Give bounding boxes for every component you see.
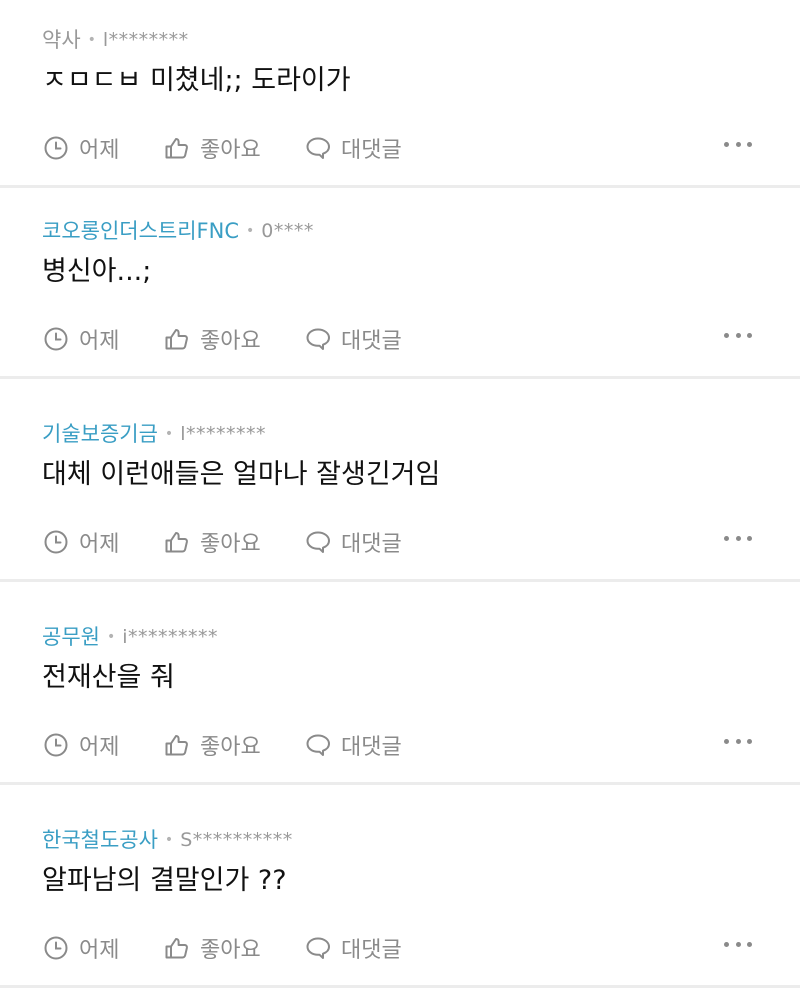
more-options-icon[interactable] <box>724 531 752 545</box>
like-label: 좋아요 <box>200 329 261 354</box>
more-options-icon[interactable] <box>724 937 752 951</box>
comment-item: 코오롱인더스트리FNC • 0**** 병신아...; 어제 좋아요 대댓글 <box>0 191 800 379</box>
speech-bubble-icon <box>306 328 330 350</box>
more-options-icon[interactable] <box>724 734 752 748</box>
separator-dot: • <box>87 32 96 48</box>
like-label: 좋아요 <box>200 532 261 557</box>
timestamp-label: 어제 <box>79 938 120 963</box>
divider <box>0 579 800 582</box>
comment-meta: 기술보증기금 • l******** <box>42 421 266 447</box>
like-button[interactable]: 좋아요 <box>163 525 304 559</box>
timestamp: 어제 <box>42 322 163 356</box>
comment-text: 전재산을 줘 <box>42 662 175 693</box>
company-name[interactable]: 기술보증기금 <box>42 421 158 447</box>
user-id: l******** <box>102 29 189 51</box>
thumbs-up-icon <box>165 138 188 159</box>
timestamp-label: 어제 <box>79 138 120 163</box>
reply-button[interactable]: 대댓글 <box>304 728 402 762</box>
thumbs-up-icon <box>165 735 188 756</box>
company-name[interactable]: 코오롱인더스트리FNC <box>42 218 239 244</box>
like-label: 좋아요 <box>200 938 261 963</box>
reply-label: 대댓글 <box>341 329 402 354</box>
reply-button[interactable]: 대댓글 <box>304 131 402 165</box>
user-id: l******** <box>180 423 266 445</box>
comment-meta: 약사 • l******** <box>42 27 189 53</box>
company-name[interactable]: 한국철도공사 <box>42 827 158 853</box>
comment-text: 알파남의 결말인가 ?? <box>42 865 287 896</box>
timestamp: 어제 <box>42 525 163 559</box>
comment-meta: 코오롱인더스트리FNC • 0**** <box>42 218 314 244</box>
comment-meta: 한국철도공사 • S********** <box>42 827 293 853</box>
speech-bubble-icon <box>306 137 330 159</box>
more-options-icon[interactable] <box>724 328 752 342</box>
reply-label: 대댓글 <box>341 938 402 963</box>
comment-text: 대체 이런애들은 얼마나 잘생긴거임 <box>42 459 441 490</box>
comment-actions: 어제 좋아요 대댓글 <box>42 525 402 559</box>
reply-button[interactable]: 대댓글 <box>304 525 402 559</box>
thumbs-up-icon <box>165 938 188 959</box>
company-name[interactable]: 약사 <box>42 27 81 53</box>
reply-label: 대댓글 <box>341 532 402 557</box>
timestamp-label: 어제 <box>79 735 120 760</box>
comment-item: 한국철도공사 • S********** 알파남의 결말인가 ?? 어제 좋아요… <box>0 800 800 988</box>
like-label: 좋아요 <box>200 735 261 760</box>
separator-dot: • <box>246 223 255 239</box>
timestamp: 어제 <box>42 131 163 165</box>
comment-actions: 어제 좋아요 대댓글 <box>42 931 402 965</box>
reply-label: 대댓글 <box>341 138 402 163</box>
reply-button[interactable]: 대댓글 <box>304 322 402 356</box>
thumbs-up-icon <box>165 329 188 350</box>
thumbs-up-icon <box>165 532 188 553</box>
user-id: 0**** <box>261 220 314 242</box>
comment-item: 약사 • l******** ㅈㅁㄷㅂ 미쳤네;; 도라이가 어제 좋아요 대댓… <box>0 0 800 188</box>
reply-label: 대댓글 <box>341 735 402 760</box>
timestamp-label: 어제 <box>79 532 120 557</box>
separator-dot: • <box>164 426 174 442</box>
timestamp-label: 어제 <box>79 329 120 354</box>
comment-actions: 어제 좋아요 대댓글 <box>42 322 402 356</box>
separator-dot: • <box>106 629 116 645</box>
comment-text: 병신아...; <box>42 256 152 287</box>
user-id: S********** <box>180 829 293 851</box>
divider <box>0 782 800 785</box>
timestamp: 어제 <box>42 931 163 965</box>
more-options-icon[interactable] <box>724 137 752 151</box>
like-button[interactable]: 좋아요 <box>163 728 304 762</box>
divider <box>0 376 800 379</box>
separator-dot: • <box>164 832 174 848</box>
clock-icon <box>44 936 68 960</box>
comment-actions: 어제 좋아요 대댓글 <box>42 728 402 762</box>
divider <box>0 185 800 188</box>
speech-bubble-icon <box>306 937 330 959</box>
clock-icon <box>44 327 68 351</box>
like-button[interactable]: 좋아요 <box>163 322 304 356</box>
timestamp: 어제 <box>42 728 163 762</box>
comment-item: 공무원 • i********* 전재산을 줘 어제 좋아요 대댓글 <box>0 597 800 785</box>
user-id: i********* <box>122 626 219 648</box>
reply-button[interactable]: 대댓글 <box>304 931 402 965</box>
clock-icon <box>44 530 68 554</box>
like-label: 좋아요 <box>200 138 261 163</box>
like-button[interactable]: 좋아요 <box>163 931 304 965</box>
clock-icon <box>44 733 68 757</box>
comment-actions: 어제 좋아요 대댓글 <box>42 131 402 165</box>
company-name[interactable]: 공무원 <box>42 624 100 650</box>
divider <box>0 985 800 988</box>
speech-bubble-icon <box>306 531 330 553</box>
comment-item: 기술보증기금 • l******** 대체 이런애들은 얼마나 잘생긴거임 어제… <box>0 394 800 582</box>
comment-text: ㅈㅁㄷㅂ 미쳤네;; 도라이가 <box>42 65 351 96</box>
clock-icon <box>44 136 68 160</box>
like-button[interactable]: 좋아요 <box>163 131 304 165</box>
comment-meta: 공무원 • i********* <box>42 624 218 650</box>
speech-bubble-icon <box>306 734 330 756</box>
